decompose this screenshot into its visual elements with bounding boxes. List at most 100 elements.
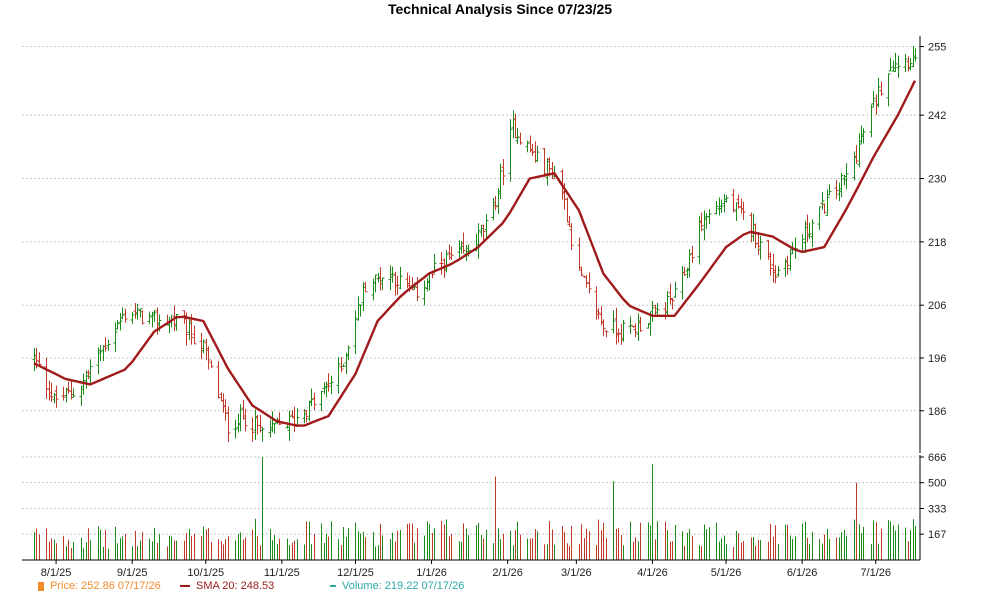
price-bar	[567, 215, 572, 227]
price-bar	[768, 252, 773, 276]
price-bar	[135, 303, 140, 320]
price-bar	[329, 375, 334, 395]
price-bar	[138, 308, 143, 318]
price-bar	[484, 214, 489, 239]
x-tick-label: 6/1/26	[787, 567, 818, 579]
price-tick-label: 196	[928, 353, 946, 365]
price-bar	[44, 357, 49, 399]
x-tick-label: 4/1/26	[637, 567, 668, 579]
price-bar	[810, 219, 815, 248]
legend-price-swatch	[38, 581, 44, 591]
price-bar	[216, 361, 221, 399]
price-bar	[88, 359, 93, 385]
price-bar	[268, 419, 273, 438]
price-bar	[398, 266, 403, 290]
price-bar	[857, 133, 862, 168]
price-bar	[439, 251, 444, 275]
volume-tick-label: 500	[928, 478, 946, 490]
price-bar	[304, 409, 309, 423]
volume-tick-label: 167	[928, 529, 946, 541]
price-tick-label: 218	[928, 237, 946, 249]
price-bar	[511, 110, 516, 139]
price-bar	[309, 388, 314, 407]
price-bar	[513, 113, 518, 139]
price-bar	[447, 244, 452, 260]
x-tick-label: 9/1/25	[117, 567, 148, 579]
price-bar	[476, 223, 481, 259]
price-bar	[378, 267, 383, 291]
price-bar	[817, 206, 822, 231]
x-tick-label: 3/1/26	[561, 567, 592, 579]
price-bar	[722, 194, 727, 213]
legend-sma-label: SMA 20: 248.53	[196, 580, 275, 592]
price-bar	[204, 338, 209, 361]
price-bar	[604, 330, 609, 338]
price-bar	[518, 132, 523, 145]
price-bar	[444, 250, 449, 273]
x-tick-label: 12/1/25	[337, 567, 374, 579]
price-bar	[903, 54, 908, 73]
price-bar	[425, 278, 430, 292]
price-bar	[871, 90, 876, 107]
price-bar	[358, 304, 363, 317]
price-bar	[457, 240, 462, 259]
legend-sma-swatch	[180, 585, 190, 588]
price-bar	[326, 373, 331, 392]
price-bar	[336, 356, 341, 394]
price-bar	[491, 197, 496, 221]
price-bar	[422, 280, 427, 306]
price-tick-label: 230	[928, 174, 946, 186]
x-tick-label: 7/1/26	[860, 567, 891, 579]
price-tick-label: 186	[928, 406, 946, 418]
price-bar	[388, 265, 393, 291]
stock-chart: 186 196 206 218 230 242 255 167 333 500 666 8/1/25 9…	[22, 36, 947, 579]
price-bar	[719, 199, 724, 213]
price-tick-label: 206	[928, 300, 946, 312]
price-bar	[376, 272, 381, 283]
price-bar	[243, 408, 248, 432]
price-bar	[545, 157, 550, 186]
price-bar	[61, 386, 66, 401]
price-bar	[113, 322, 118, 353]
price-bar	[668, 283, 673, 305]
x-tick-label: 1/1/26	[416, 567, 447, 579]
price-bar	[638, 316, 643, 332]
price-bar	[319, 390, 324, 411]
price-bar	[751, 213, 756, 242]
price-bar	[496, 188, 501, 215]
price-bar	[508, 119, 513, 182]
price-bar	[734, 202, 739, 221]
price-bar	[312, 392, 317, 410]
price-bar	[803, 220, 808, 253]
price-bar	[776, 265, 781, 277]
price-bar	[650, 300, 655, 322]
price-bar	[852, 151, 857, 181]
price-bar	[879, 81, 884, 96]
price-bar	[739, 198, 744, 214]
grid-lines	[22, 46, 920, 535]
price-bar	[697, 216, 702, 265]
price-bar	[493, 196, 498, 211]
price-bar	[653, 304, 658, 315]
price-bar	[636, 313, 641, 341]
price-bar	[47, 380, 52, 401]
price-bar	[233, 419, 238, 439]
price-bar	[32, 348, 37, 372]
price-bar	[260, 427, 265, 442]
price-bar	[542, 147, 547, 177]
price-bar	[54, 385, 59, 408]
price-bar	[533, 141, 538, 163]
legend-volume-swatch	[330, 585, 336, 588]
price-bar	[192, 325, 197, 345]
axes	[22, 36, 924, 564]
price-bar	[498, 163, 503, 200]
price-bar	[788, 248, 793, 271]
price-bar	[825, 189, 830, 216]
price-bar	[120, 307, 125, 320]
price-bar	[199, 332, 204, 360]
price-bar	[98, 345, 103, 361]
tick-labels: 186 196 206 218 230 242 255 167 333 500 666 8/1/25 9…	[41, 42, 947, 579]
price-bar	[773, 265, 778, 284]
price-bar	[371, 278, 376, 301]
price-bar	[749, 212, 754, 243]
